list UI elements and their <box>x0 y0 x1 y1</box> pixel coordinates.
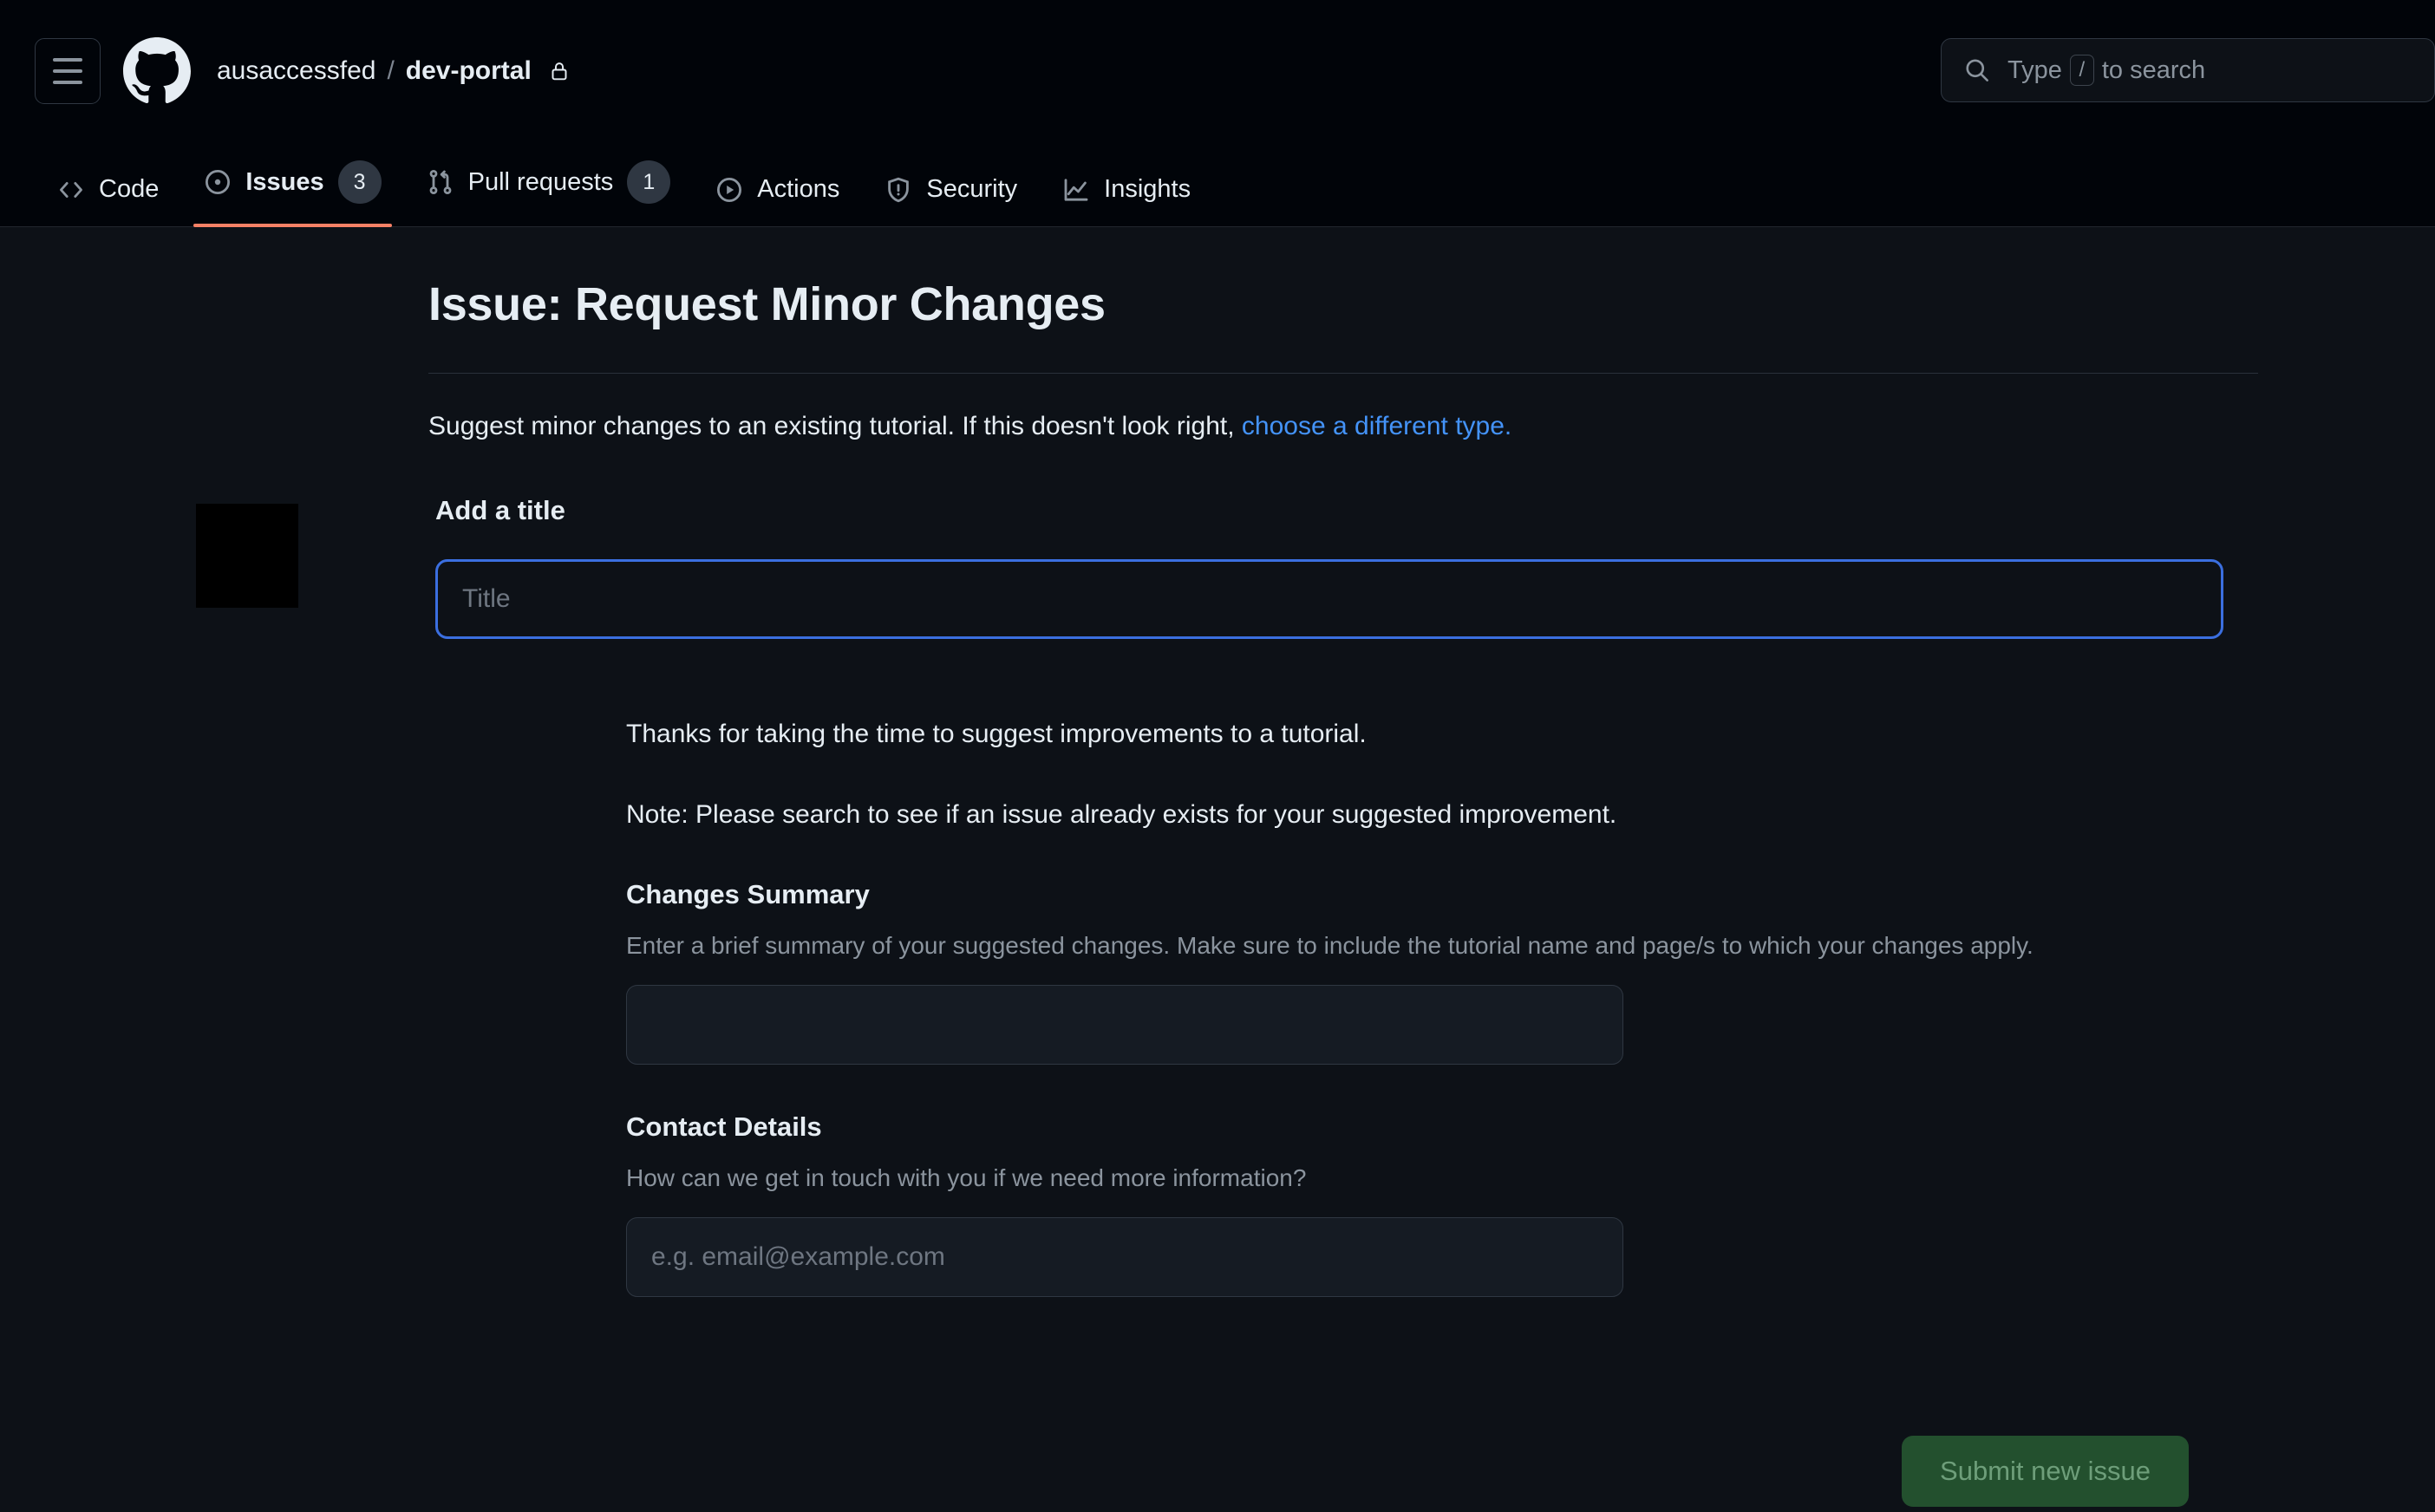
tab-label: Security <box>926 175 1018 203</box>
body-paragraph: Thanks for taking the time to suggest im… <box>626 720 1367 748</box>
tab-label: Issues <box>245 167 324 196</box>
tab-label: Code <box>99 175 160 203</box>
page-title: Issue: Request Minor Changes <box>428 278 1106 330</box>
tab-label: Pull requests <box>467 167 614 196</box>
content-wrapper: Issue: Request Minor Changes Suggest min… <box>142 277 2293 1507</box>
search-placeholder: Type / to search <box>2007 55 2205 86</box>
submit-new-issue-button[interactable]: Submit new issue <box>1902 1435 2189 1507</box>
title-input[interactable] <box>435 559 2223 639</box>
tab-label: Actions <box>757 175 840 203</box>
search-icon <box>1966 59 1988 81</box>
shield-icon <box>888 177 910 202</box>
issue-opened-icon <box>206 169 231 195</box>
contact-details-input[interactable] <box>626 1216 1623 1297</box>
tab-security[interactable]: Security <box>862 175 1040 226</box>
submit-row: Submit new issue <box>177 1435 2258 1507</box>
hamburger-bar <box>53 81 82 84</box>
section-description: Enter a brief summary of your suggested … <box>626 932 2034 959</box>
changes-summary-input[interactable] <box>626 984 1623 1065</box>
title-field-block: Add a title <box>177 495 2258 639</box>
tab-label: Insights <box>1104 175 1191 203</box>
form-subtitle: Suggest minor changes to an existing tut… <box>177 412 2258 441</box>
avatar <box>196 504 298 608</box>
search-prefix: Type <box>2007 55 2062 84</box>
title-field-column: Add a title <box>435 495 2258 639</box>
breadcrumb-repo[interactable]: dev-portal <box>406 56 532 86</box>
hamburger-bar <box>53 58 82 62</box>
tab-code[interactable]: Code <box>35 175 181 226</box>
tab-badge-pull-requests: 1 <box>627 160 671 204</box>
hamburger-bar <box>53 69 82 73</box>
section-heading: Changes Summary <box>626 879 870 909</box>
breadcrumb: ausaccessfed / dev-portal <box>217 56 570 86</box>
section-changes-summary: Changes Summary Enter a brief summary of… <box>626 879 2223 1065</box>
lock-icon <box>549 61 570 81</box>
app-header: ausaccessfed / dev-portal Type / to sear… <box>0 0 2435 142</box>
tab-pull-requests[interactable]: Pull requests 1 <box>404 160 694 226</box>
section-heading: Contact Details <box>626 1111 822 1142</box>
issue-form-page: Issue: Request Minor Changes Suggest min… <box>0 227 2435 1507</box>
graph-icon <box>1064 178 1088 201</box>
tab-actions[interactable]: Actions <box>693 175 862 226</box>
breadcrumb-owner[interactable]: ausaccessfed <box>217 56 375 86</box>
section-description: How can we get in touch with you if we n… <box>626 1163 1307 1191</box>
title-divider <box>428 373 2258 374</box>
search-slash-key: / <box>2069 55 2094 86</box>
github-logo-icon[interactable] <box>123 37 191 105</box>
play-circle-icon <box>717 177 742 202</box>
tab-issues[interactable]: Issues 3 <box>181 160 403 227</box>
tab-insights[interactable]: Insights <box>1040 175 1213 226</box>
subtitle-text: Suggest minor changes to an existing tut… <box>428 412 1242 440</box>
repo-nav: Code Issues 3 Pull requests 1 Actions Se… <box>0 142 2435 227</box>
add-title-label: Add a title <box>435 495 565 525</box>
search-suffix: to search <box>2101 55 2206 84</box>
code-icon <box>60 181 82 198</box>
section-contact-details: Contact Details How can we get in touch … <box>626 1111 2223 1297</box>
git-pull-request-icon <box>429 170 452 195</box>
search-input[interactable]: Type / to search <box>1941 38 2435 102</box>
choose-different-type-link[interactable]: choose a different type. <box>1242 412 1511 440</box>
tab-badge-issues: 3 <box>337 160 382 204</box>
form-body: Thanks for taking the time to suggest im… <box>177 717 2258 1297</box>
breadcrumb-separator: / <box>387 56 395 85</box>
body-paragraph: Note: Please search to see if an issue a… <box>626 799 1617 829</box>
hamburger-icon[interactable] <box>35 38 101 104</box>
